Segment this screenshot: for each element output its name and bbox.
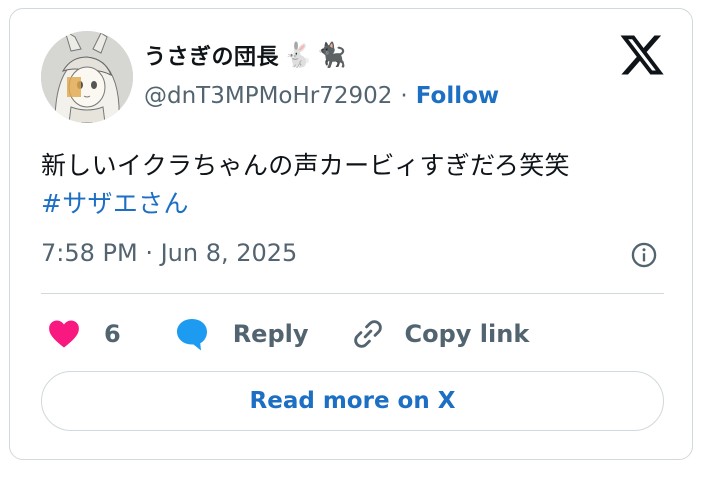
reply-button[interactable]: Reply [173,316,351,352]
link-icon [353,320,382,348]
like-count: 6 [104,320,121,348]
copy-link-label: Copy link [404,320,530,348]
separator: · [400,83,408,109]
tweet-body: 新しいイクラちゃんの声カービィすぎだろ笑笑 [41,151,570,180]
heart-icon [49,320,79,348]
follow-button[interactable]: Follow [416,83,499,109]
tweet-card: うさぎの団長 🐇 🐈‍⬛ @dnT3MPMoHr72902 · Follow 新… [9,8,693,460]
display-name[interactable]: うさぎの団長 [144,39,279,71]
copy-link-button[interactable]: Copy link [351,317,530,351]
speech-bubble-icon [176,319,207,351]
hashtag-link[interactable]: #サザエさん [41,185,661,223]
avatar[interactable] [41,31,133,123]
handle-row: @dnT3MPMoHr72902 · Follow [144,83,499,109]
info-icon[interactable] [630,241,658,269]
x-logo-icon[interactable] [618,31,666,79]
author-name-row[interactable]: うさぎの団長 🐇 🐈‍⬛ [144,39,347,71]
action-bar: 6 Reply Copy link [46,311,529,357]
reply-label: Reply [232,320,309,348]
tweet-text: 新しいイクラちゃんの声カービィすぎだろ笑笑 #サザエさん [41,147,661,223]
like-button[interactable]: 6 [46,317,173,351]
rabbit-emoji: 🐇 [283,41,313,69]
handle[interactable]: @dnT3MPMoHr72902 [144,83,392,109]
divider [41,293,664,294]
avatar-image [41,31,133,123]
timestamp[interactable]: 7:58 PM · Jun 8, 2025 [41,239,297,267]
black-cat-emoji: 🐈‍⬛ [316,41,347,69]
read-more-button[interactable]: Read more on X [41,371,664,431]
